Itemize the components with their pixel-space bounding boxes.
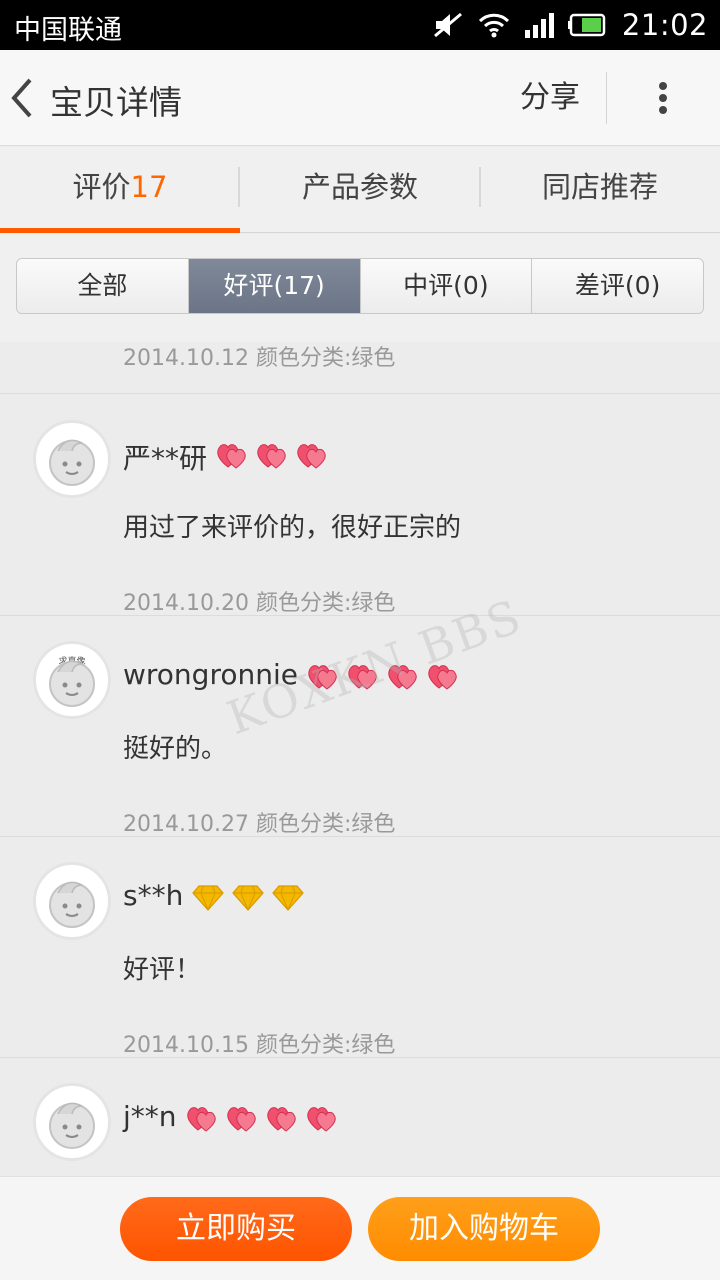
tab-bar: 评价17 产品参数 同店推荐: [0, 147, 720, 233]
title-bar: 宝贝详情 分享: [0, 50, 720, 146]
avatar[interactable]: [33, 862, 111, 940]
review-username: j**n: [123, 1100, 177, 1133]
page-title: 宝贝详情: [50, 83, 182, 122]
review-content: 好评！: [123, 955, 202, 985]
list-item: 严**研 用过了来评价的，很好正宗的 2014.10.20 颜色分类:绿色: [0, 395, 720, 616]
heart-icon: [308, 665, 337, 690]
avatar[interactable]: 求真像: [33, 641, 111, 719]
avatar[interactable]: [33, 1083, 111, 1161]
back-icon[interactable]: [6, 76, 40, 120]
status-bar: 中国联通 21:02: [0, 0, 720, 50]
filter-all[interactable]: 全部: [17, 259, 189, 313]
bottom-action-bar: 立即购买 加入购物车: [0, 1176, 720, 1280]
list-item: j**n: [0, 1058, 720, 1175]
diamond-icon: [232, 885, 264, 911]
heart-icon: [257, 444, 286, 469]
review-meta: 2014.10.27 颜色分类:绿色: [123, 812, 396, 837]
filter-negative[interactable]: 差评(0): [532, 259, 703, 313]
tab-shop-recommend[interactable]: 同店推荐: [480, 147, 720, 233]
rating-badges: [306, 661, 460, 691]
tab-product-params[interactable]: 产品参数: [240, 147, 480, 233]
review-count: 17: [130, 170, 168, 204]
review-content: 挺好的。: [123, 734, 228, 764]
add-to-cart-button[interactable]: 加入购物车: [368, 1197, 600, 1261]
heart-icon: [428, 665, 457, 690]
heart-icon: [348, 665, 377, 690]
review-meta: 2014.10.12 颜色分类:绿色: [123, 346, 396, 371]
carrier-name: 中国联通: [14, 15, 122, 46]
rating-badges: [191, 882, 305, 912]
rating-badges: [185, 1103, 339, 1133]
heart-icon: [388, 665, 417, 690]
signal-icon: [524, 12, 554, 38]
heart-icon: [267, 1107, 296, 1132]
active-tab-indicator: [0, 228, 240, 233]
review-meta: 2014.10.15 颜色分类:绿色: [123, 1033, 396, 1058]
tab-reviews[interactable]: 评价17: [0, 147, 240, 233]
list-item: 2014.10.12 颜色分类:绿色: [0, 342, 720, 394]
review-meta: 2014.10.20 颜色分类:绿色: [123, 591, 396, 616]
diamond-icon: [192, 885, 224, 911]
mute-icon: [432, 11, 464, 39]
filter-area: 全部 好评(17) 中评(0) 差评(0): [0, 234, 720, 342]
avatar[interactable]: [33, 420, 111, 498]
battery-icon: [567, 13, 608, 37]
review-content: 用过了来评价的，很好正宗的: [123, 513, 462, 543]
buy-now-button[interactable]: 立即购买: [120, 1197, 352, 1261]
heart-icon: [297, 444, 326, 469]
review-list[interactable]: 2014.10.12 颜色分类:绿色 严**研 用过了来评价的，很好正宗的 20…: [0, 342, 720, 1175]
heart-icon: [227, 1107, 256, 1132]
review-username: 严**研: [123, 442, 208, 475]
title-divider: [606, 72, 607, 124]
filter-neutral[interactable]: 中评(0): [360, 259, 533, 313]
review-username: wrongronnie: [123, 658, 298, 691]
diamond-icon: [272, 885, 304, 911]
share-button[interactable]: 分享: [508, 74, 592, 122]
heart-icon: [217, 444, 246, 469]
heart-icon: [307, 1107, 336, 1132]
review-filter: 全部 好评(17) 中评(0) 差评(0): [16, 258, 704, 314]
review-username: s**h: [123, 879, 184, 912]
heart-icon: [187, 1107, 216, 1132]
tab-reviews-label: 评价: [72, 170, 131, 204]
rating-badges: [215, 440, 329, 470]
more-options-icon[interactable]: [640, 76, 686, 120]
list-item: 求真像 wrongronnie 挺好的。 2014.10.27 颜色分类:绿色: [0, 616, 720, 837]
wifi-icon: [478, 12, 510, 38]
clock: 21:02: [621, 8, 708, 42]
list-item: s**h 好评！ 2014.10.15 颜色分类:绿色: [0, 837, 720, 1058]
filter-positive[interactable]: 好评(17): [188, 259, 361, 313]
